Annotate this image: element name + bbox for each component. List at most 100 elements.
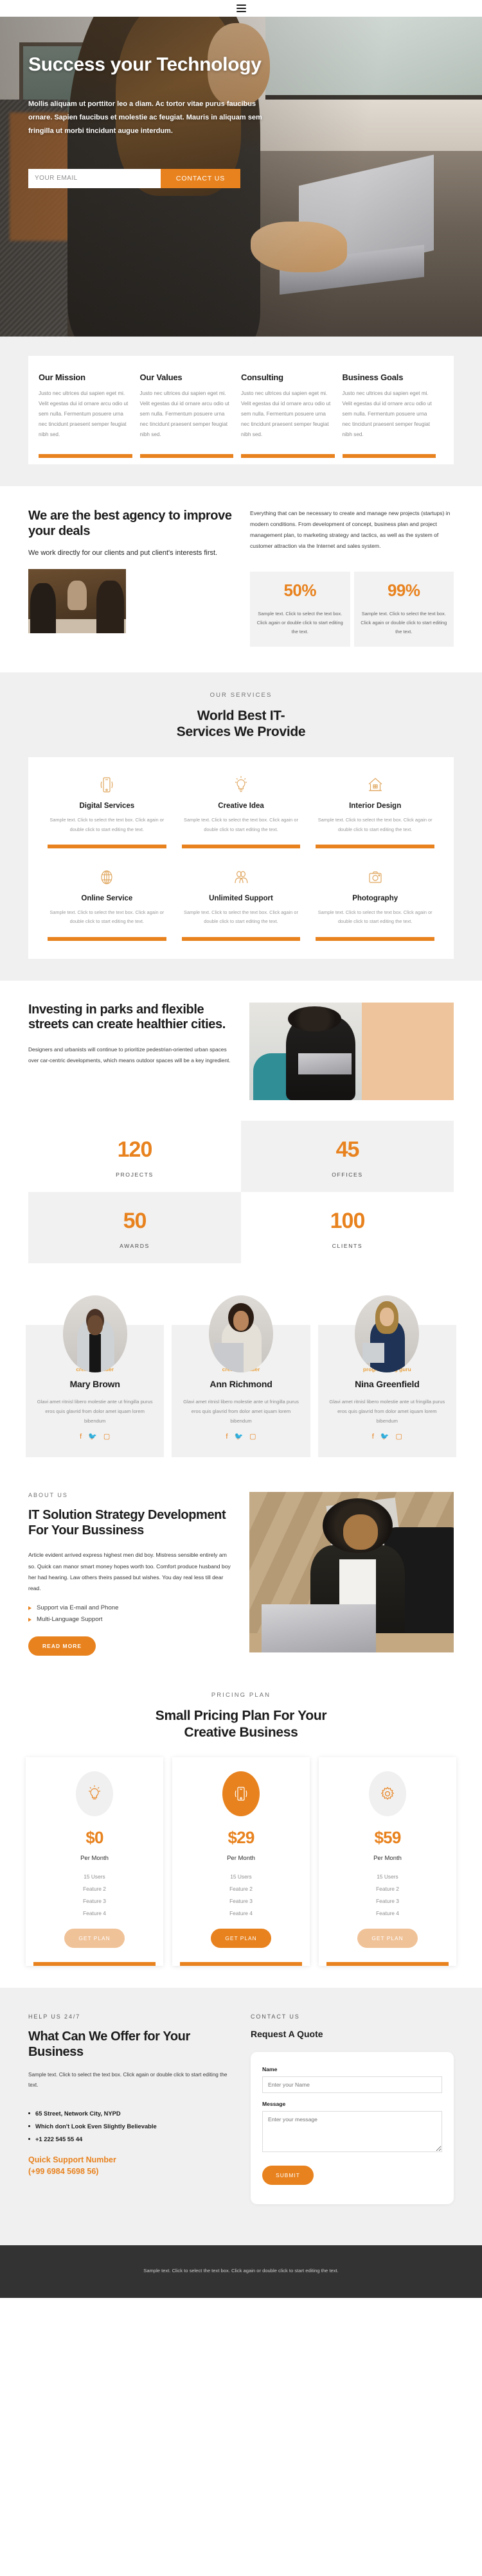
service-text: Sample text. Click to select the text bo… bbox=[49, 817, 165, 832]
about-eyebrow: ABOUT US bbox=[28, 1492, 68, 1499]
team-bio: Glavi amet ritnisl libero molestie ante … bbox=[183, 1398, 299, 1424]
service-accent-bar bbox=[316, 936, 434, 941]
facebook-icon[interactable]: f bbox=[226, 1433, 228, 1441]
pricing-title-line1: Small Pricing Plan For Your bbox=[155, 1708, 327, 1724]
stat-card: 99% Sample text. Click to select the tex… bbox=[353, 571, 454, 647]
counter-value: 120 bbox=[117, 1137, 153, 1162]
name-field[interactable] bbox=[262, 2076, 442, 2094]
twitter-icon[interactable]: 🐦 bbox=[234, 1433, 243, 1441]
counters-section: 120 PROJECTS 45 OFFICES 50 AWARDS 100 CL… bbox=[0, 1117, 482, 1285]
plan-accent-bar bbox=[180, 1962, 302, 1967]
feature-card: Our Mission Justo nec ultrices dui sapie… bbox=[39, 372, 140, 464]
counter-card: 45 OFFICES bbox=[241, 1120, 454, 1192]
plan-period: Per Month bbox=[80, 1855, 109, 1862]
footer: Sample text. Click to select the text bo… bbox=[0, 2245, 482, 2299]
bullet-icon bbox=[28, 2138, 30, 2141]
counter-label: AWARDS bbox=[120, 1242, 150, 1249]
instagram-icon[interactable]: ▢ bbox=[249, 1433, 256, 1441]
submit-button[interactable]: SUBMIT bbox=[262, 2166, 314, 2186]
lightbulb-icon bbox=[76, 1771, 113, 1817]
plan-feature: Feature 4 bbox=[83, 1910, 106, 1917]
contact-eyebrow: HELP US 24/7 bbox=[28, 2013, 81, 2020]
pricing-title-line2: Creative Business bbox=[184, 1724, 298, 1740]
footer-text: Sample text. Click to select the text bo… bbox=[143, 2268, 339, 2274]
about-bullet-list: Support via E-mail and Phone Multi-Langu… bbox=[28, 1604, 233, 1623]
service-accent-bar bbox=[181, 844, 301, 848]
get-plan-button[interactable]: GET PLAN bbox=[357, 1929, 418, 1949]
hamburger-menu-icon[interactable] bbox=[236, 4, 246, 12]
counter-card: 50 AWARDS bbox=[28, 1191, 241, 1263]
quick-support-number[interactable]: (+99 6984 5698 56) bbox=[28, 2166, 231, 2177]
service-accent-bar bbox=[48, 936, 166, 941]
service-title: Creative Idea bbox=[218, 802, 264, 810]
service-card[interactable]: Interior Design Sample text. Click to se… bbox=[308, 770, 442, 863]
get-plan-button[interactable]: GET PLAN bbox=[64, 1929, 125, 1949]
services-title-line2: Services We Provide bbox=[176, 724, 306, 740]
team-card: creative leader Ann Richmond Glavi amet … bbox=[172, 1295, 310, 1458]
team-name: Nina Greenfield bbox=[355, 1378, 420, 1389]
twitter-icon[interactable]: 🐦 bbox=[380, 1433, 389, 1441]
feature-accent-bar bbox=[139, 453, 233, 458]
service-card[interactable]: Online Service Sample text. Click to sel… bbox=[40, 863, 174, 955]
services-title-line1: World Best IT- bbox=[197, 708, 285, 723]
list-item: Multi-Language Support bbox=[28, 1616, 233, 1623]
stat-text: Sample text. Click to select the text bo… bbox=[256, 610, 343, 635]
message-field[interactable] bbox=[262, 2111, 442, 2153]
plan-feature: Feature 4 bbox=[376, 1910, 399, 1917]
house-icon bbox=[316, 774, 434, 796]
feature-text: Justo nec ultrices dui sapien eget mi. V… bbox=[342, 390, 432, 437]
plan-price: $29 bbox=[228, 1828, 255, 1848]
avatar bbox=[355, 1295, 420, 1372]
meeting-photo bbox=[28, 568, 126, 633]
hamburger-line bbox=[236, 4, 246, 6]
service-card[interactable]: Unlimited Support Sample text. Click to … bbox=[174, 863, 308, 955]
service-card[interactable]: Photography Sample text. Click to select… bbox=[308, 863, 442, 955]
investing-section: Investing in parks and flexible streets … bbox=[0, 980, 482, 1676]
list-item: Which don't Look Even Slightly Believabl… bbox=[28, 2123, 231, 2130]
stat-value: 99% bbox=[387, 580, 420, 600]
service-text: Sample text. Click to select the text bo… bbox=[184, 817, 298, 832]
service-text: Sample text. Click to select the text bo… bbox=[49, 909, 165, 925]
counter-label: OFFICES bbox=[332, 1171, 363, 1178]
counter-label: CLIENTS bbox=[332, 1242, 363, 1249]
services-section: OUR SERVICES World Best IT- Services We … bbox=[0, 672, 482, 981]
contact-info-list: 65 Street, Network City, NYPD Which don'… bbox=[28, 2110, 231, 2142]
avatar bbox=[208, 1295, 273, 1372]
instagram-icon[interactable]: ▢ bbox=[103, 1433, 110, 1441]
service-card[interactable]: Creative Idea Sample text. Click to sele… bbox=[174, 770, 308, 863]
pricing-grid: $0 Per Month 15 Users Feature 2 Feature … bbox=[26, 1757, 456, 1967]
feature-accent-bar bbox=[241, 453, 335, 458]
feature-text: Justo nec ultrices dui sapien eget mi. V… bbox=[39, 390, 129, 437]
investing-title: Investing in parks and flexible streets … bbox=[28, 1002, 226, 1032]
hero-section: Success your Technology Mollis aliquam u… bbox=[0, 17, 482, 337]
quick-support: Quick Support Number (+99 6984 5698 56) bbox=[28, 2154, 231, 2177]
message-label: Message bbox=[262, 2101, 286, 2108]
instagram-icon[interactable]: ▢ bbox=[396, 1433, 402, 1441]
plan-feature: 15 Users bbox=[230, 1873, 252, 1880]
facebook-icon[interactable]: f bbox=[80, 1433, 82, 1441]
services-grid: Digital Services Sample text. Click to s… bbox=[28, 757, 454, 959]
plan-feature: Feature 2 bbox=[376, 1886, 399, 1893]
counter-card: 120 PROJECTS bbox=[28, 1121, 241, 1192]
facebook-icon[interactable]: f bbox=[372, 1433, 374, 1441]
contact-title: What Can We Offer for Your Business bbox=[28, 2029, 190, 2060]
hero-contact-button[interactable]: CONTACT US bbox=[161, 168, 240, 188]
service-text: Sample text. Click to select the text bo… bbox=[317, 817, 433, 832]
plan-features: 15 Users Feature 2 Feature 3 Feature 4 bbox=[180, 1873, 302, 1922]
stat-text: Sample text. Click to select the text bo… bbox=[361, 610, 447, 635]
investing-body: Designers and urbanists will continue to… bbox=[28, 1046, 231, 1064]
pricing-card: $29 Per Month 15 Users Feature 2 Feature… bbox=[172, 1757, 310, 1967]
plan-feature: Feature 3 bbox=[83, 1898, 106, 1905]
get-plan-button[interactable]: GET PLAN bbox=[211, 1929, 271, 1949]
contact-info-label: Which don't Look Even Slightly Believabl… bbox=[35, 2123, 157, 2130]
team-bio: Glavi amet ritnisl libero molestie ante … bbox=[37, 1398, 153, 1424]
contact-info-label: 65 Street, Network City, NYPD bbox=[35, 2110, 121, 2117]
quote-form-column: CONTACT US Request A Quote Name Message … bbox=[251, 2013, 454, 2205]
hamburger-line bbox=[236, 11, 246, 12]
service-card[interactable]: Digital Services Sample text. Click to s… bbox=[40, 770, 174, 863]
mobile-phone-icon bbox=[48, 774, 166, 796]
hero-email-input[interactable] bbox=[28, 168, 161, 188]
twitter-icon[interactable]: 🐦 bbox=[88, 1433, 97, 1441]
read-more-button[interactable]: READ MORE bbox=[28, 1636, 96, 1656]
contact-info-label: +1 222 545 55 44 bbox=[35, 2135, 83, 2143]
